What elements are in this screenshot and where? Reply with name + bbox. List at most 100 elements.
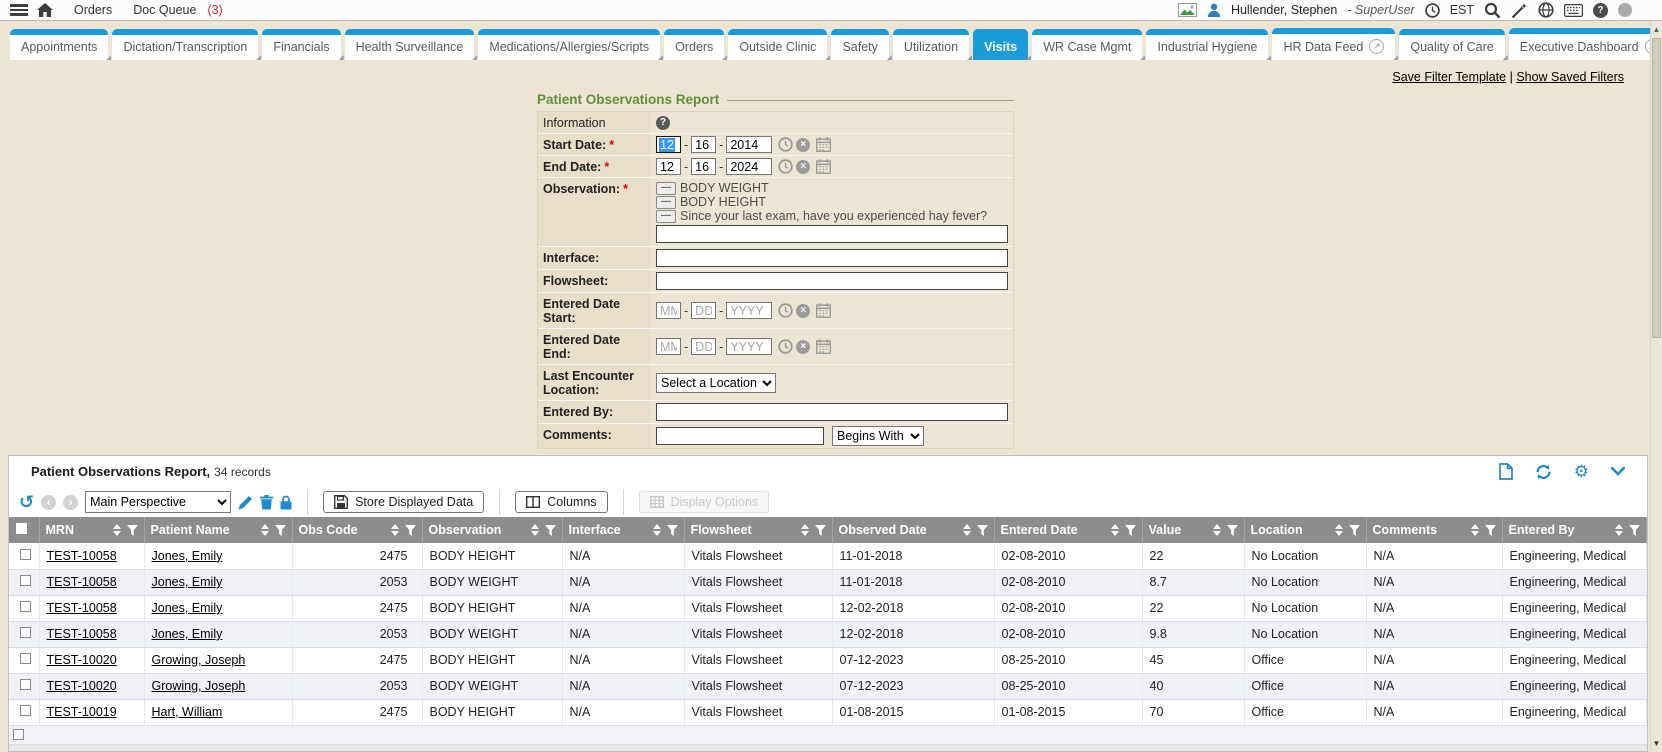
tab-health-surveillance[interactable]: Health Surveillance <box>345 29 475 60</box>
calendar-icon[interactable] <box>816 339 831 354</box>
wand-icon[interactable] <box>1511 2 1528 19</box>
columns-button[interactable]: Columns <box>515 491 607 513</box>
column-header[interactable]: Interface <box>562 517 684 543</box>
comments-match-select[interactable]: Begins With <box>832 426 924 446</box>
keyboard-icon[interactable] <box>1564 4 1583 17</box>
flowsheet-input[interactable] <box>656 272 1008 290</box>
sort-icon[interactable] <box>653 524 661 536</box>
mrn-link[interactable]: TEST-10019 <box>47 705 117 719</box>
mrn-link[interactable]: TEST-10058 <box>47 601 117 615</box>
mrn-link[interactable]: TEST-10058 <box>47 627 117 641</box>
tab-hr-data-feed[interactable]: HR Data Feed <box>1272 28 1395 60</box>
row-checkbox[interactable] <box>20 575 31 586</box>
interface-input[interactable] <box>656 249 1008 267</box>
search-icon[interactable] <box>1484 2 1501 19</box>
calendar-icon[interactable] <box>816 303 831 318</box>
help-icon[interactable]: ? <box>1593 3 1608 18</box>
new-document-icon[interactable] <box>1499 463 1513 480</box>
collapse-chevron-icon[interactable] <box>1611 467 1625 476</box>
tab-visits[interactable]: Visits <box>973 29 1028 60</box>
time-icon[interactable] <box>778 339 793 354</box>
settings-gear-icon[interactable]: ⚙ <box>1574 463 1589 480</box>
row-checkbox[interactable] <box>13 729 24 740</box>
column-header[interactable]: Entered By <box>1502 517 1647 543</box>
end-date-year-input[interactable] <box>726 158 772 175</box>
filter-funnel-icon[interactable] <box>1485 525 1496 536</box>
filter-funnel-icon[interactable] <box>1349 525 1360 536</box>
remove-observation-button[interactable]: — <box>656 196 676 209</box>
tab-utilization[interactable]: Utilization <box>893 29 969 60</box>
remove-observation-button[interactable]: — <box>656 210 676 223</box>
filter-funnel-icon[interactable] <box>545 525 556 536</box>
user-name[interactable]: Hullender, Stephen <box>1231 3 1337 17</box>
calendar-icon[interactable] <box>816 159 831 174</box>
sort-icon[interactable] <box>531 524 539 536</box>
mrn-link[interactable]: TEST-10058 <box>47 575 117 589</box>
patient-name-link[interactable]: Jones, Emily <box>152 549 223 563</box>
entered-start-year-input[interactable] <box>726 302 772 319</box>
scrollbar-thumb[interactable] <box>1652 38 1661 338</box>
patient-name-link[interactable]: Jones, Emily <box>152 601 223 615</box>
entered-end-month-input[interactable] <box>656 338 681 355</box>
column-header[interactable]: Observed Date <box>832 517 994 543</box>
tab-orders[interactable]: Orders <box>664 29 724 60</box>
sort-icon[interactable] <box>391 524 399 536</box>
column-header[interactable]: Patient Name <box>144 517 292 543</box>
show-saved-filters-link[interactable]: Show Saved Filters <box>1516 70 1624 84</box>
column-header[interactable]: Obs Code <box>292 517 422 543</box>
entered-by-input[interactable] <box>656 403 1008 421</box>
sort-icon[interactable] <box>1213 524 1221 536</box>
tab-appointments[interactable]: Appointments <box>10 29 108 60</box>
remove-observation-button[interactable]: — <box>656 182 676 195</box>
patient-name-link[interactable]: Jones, Emily <box>152 627 223 641</box>
time-icon[interactable] <box>778 303 793 318</box>
select-all-checkbox[interactable] <box>16 523 27 534</box>
column-header[interactable]: Entered Date <box>994 517 1142 543</box>
sort-icon[interactable] <box>1111 524 1119 536</box>
patient-name-link[interactable]: Jones, Emily <box>152 575 223 589</box>
clear-date-icon[interactable]: × <box>796 340 810 354</box>
info-help-icon[interactable]: ? <box>656 116 670 130</box>
store-displayed-data-button[interactable]: Store Displayed Data <box>323 491 484 513</box>
clear-date-icon[interactable]: × <box>796 138 810 152</box>
page-scrollbar[interactable]: ▲ ▼ <box>1650 21 1662 752</box>
mrn-link[interactable]: TEST-10020 <box>47 653 117 667</box>
clock-icon[interactable] <box>1425 3 1440 18</box>
comments-input[interactable] <box>656 427 824 445</box>
filter-funnel-icon[interactable] <box>275 525 286 536</box>
tab-wr-case-mgmt[interactable]: WR Case Mgmt <box>1032 29 1142 60</box>
refresh-icon[interactable] <box>1535 464 1552 480</box>
lock-icon[interactable] <box>280 495 292 510</box>
filter-funnel-icon[interactable] <box>1227 525 1238 536</box>
nav-orders[interactable]: Orders <box>74 3 112 17</box>
observation-search-input[interactable] <box>656 225 1008 243</box>
end-date-month-input[interactable] <box>656 158 681 175</box>
tab-outside-clinic[interactable]: Outside Clinic <box>728 29 827 60</box>
filter-funnel-icon[interactable] <box>405 525 416 536</box>
start-date-year-input[interactable] <box>726 136 772 153</box>
entered-start-month-input[interactable] <box>656 302 681 319</box>
column-header[interactable]: Value <box>1142 517 1244 543</box>
nav-doc-queue[interactable]: Doc Queue <box>133 3 196 17</box>
save-filter-template-link[interactable]: Save Filter Template <box>1392 70 1506 84</box>
tab-financials[interactable]: Financials <box>262 29 340 60</box>
column-header[interactable]: Flowsheet <box>684 517 832 543</box>
filter-funnel-icon[interactable] <box>127 525 138 536</box>
patient-name-link[interactable]: Hart, William <box>152 705 223 719</box>
location-select[interactable]: Select a Location <box>656 373 776 393</box>
patient-name-link[interactable]: Growing, Joseph <box>152 679 246 693</box>
row-checkbox[interactable] <box>20 627 31 638</box>
scroll-up-icon[interactable]: ▲ <box>1651 22 1662 37</box>
tab-safety[interactable]: Safety <box>831 29 888 60</box>
menu-icon[interactable] <box>10 4 28 16</box>
filter-funnel-icon[interactable] <box>815 525 826 536</box>
entered-end-year-input[interactable] <box>726 338 772 355</box>
patient-name-link[interactable]: Growing, Joseph <box>152 653 246 667</box>
tab-industrial-hygiene[interactable]: Industrial Hygiene <box>1146 29 1268 60</box>
tab-medications-allergies-scripts[interactable]: Medications/Allergies/Scripts <box>478 29 660 60</box>
tab-quality-of-care[interactable]: Quality of Care <box>1399 29 1504 60</box>
filter-funnel-icon[interactable] <box>1125 525 1136 536</box>
delete-trash-icon[interactable] <box>260 495 273 510</box>
reset-icon[interactable] <box>19 493 34 511</box>
tab-dictation-transcription[interactable]: Dictation/Transcription <box>112 29 258 60</box>
